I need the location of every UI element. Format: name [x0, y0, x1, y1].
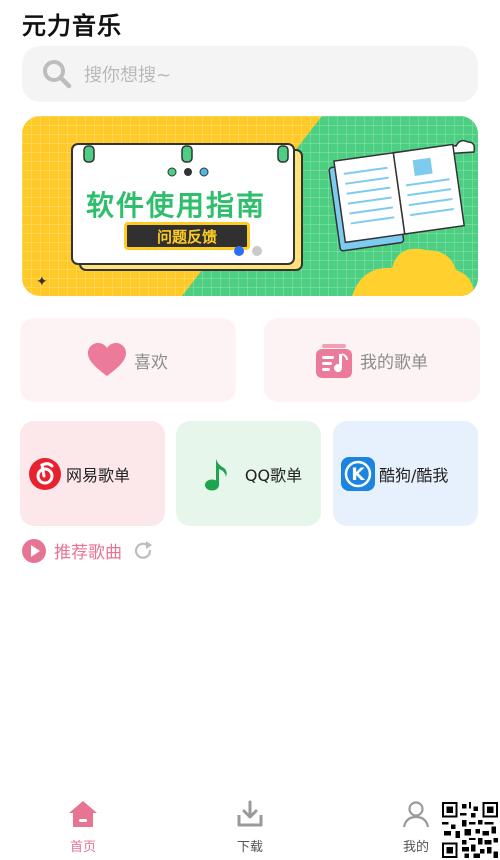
banner-carousel[interactable]: ✦ 软件使用指南 问题反馈: [22, 116, 478, 296]
carousel-dot-active[interactable]: [234, 246, 244, 256]
recommend-section-header: 推荐歌曲: [22, 538, 154, 563]
netease-label: 网易歌单: [66, 465, 131, 485]
app-title: 元力音乐: [22, 12, 122, 40]
kugou-playlist-card[interactable]: K 酷狗/酷我: [333, 421, 478, 526]
qq-music-icon: [204, 458, 227, 490]
qr-code-icon: [442, 802, 498, 858]
tab-home[interactable]: 首页: [43, 800, 123, 855]
bottom-tab-bar: 首页 下载 我的: [0, 790, 500, 860]
search-bar[interactable]: 搜你想搜~: [22, 46, 478, 102]
my-playlists-card[interactable]: 我的歌单: [264, 318, 480, 402]
refresh-icon[interactable]: [132, 540, 154, 562]
qq-playlist-card[interactable]: QQ歌单: [176, 421, 321, 526]
heart-icon: [88, 343, 126, 376]
home-icon: [69, 801, 97, 827]
tab-home-label: 首页: [69, 840, 96, 855]
tab-download-label: 下载: [236, 840, 263, 855]
kugou-label: 酷狗/酷我: [379, 465, 449, 485]
favorites-label: 喜欢: [134, 352, 168, 373]
playlist-icon: [316, 344, 352, 378]
search-placeholder: 搜你想搜~: [84, 65, 172, 86]
user-icon: [402, 801, 430, 828]
qq-label: QQ歌单: [244, 465, 303, 485]
play-circle-icon: [22, 538, 46, 563]
carousel-dot[interactable]: [252, 246, 262, 256]
favorites-card[interactable]: 喜欢: [20, 318, 236, 402]
search-icon: [43, 60, 72, 89]
netease-music-icon: [29, 457, 61, 490]
my-playlists-label: 我的歌单: [360, 352, 428, 373]
tab-mine-label: 我的: [402, 840, 429, 855]
kugou-icon: K: [341, 456, 375, 491]
feedback-button[interactable]: 问题反馈: [124, 222, 250, 250]
download-icon: [237, 800, 263, 827]
svg-text:✦: ✦: [36, 274, 48, 290]
netease-playlist-card[interactable]: 网易歌单: [20, 421, 165, 526]
tab-download[interactable]: 下载: [210, 800, 290, 855]
svg-text:K: K: [351, 465, 365, 485]
recommend-title: 推荐歌曲: [54, 543, 122, 563]
carousel-dots: [234, 246, 262, 256]
banner-title: 软件使用指南: [86, 189, 267, 222]
